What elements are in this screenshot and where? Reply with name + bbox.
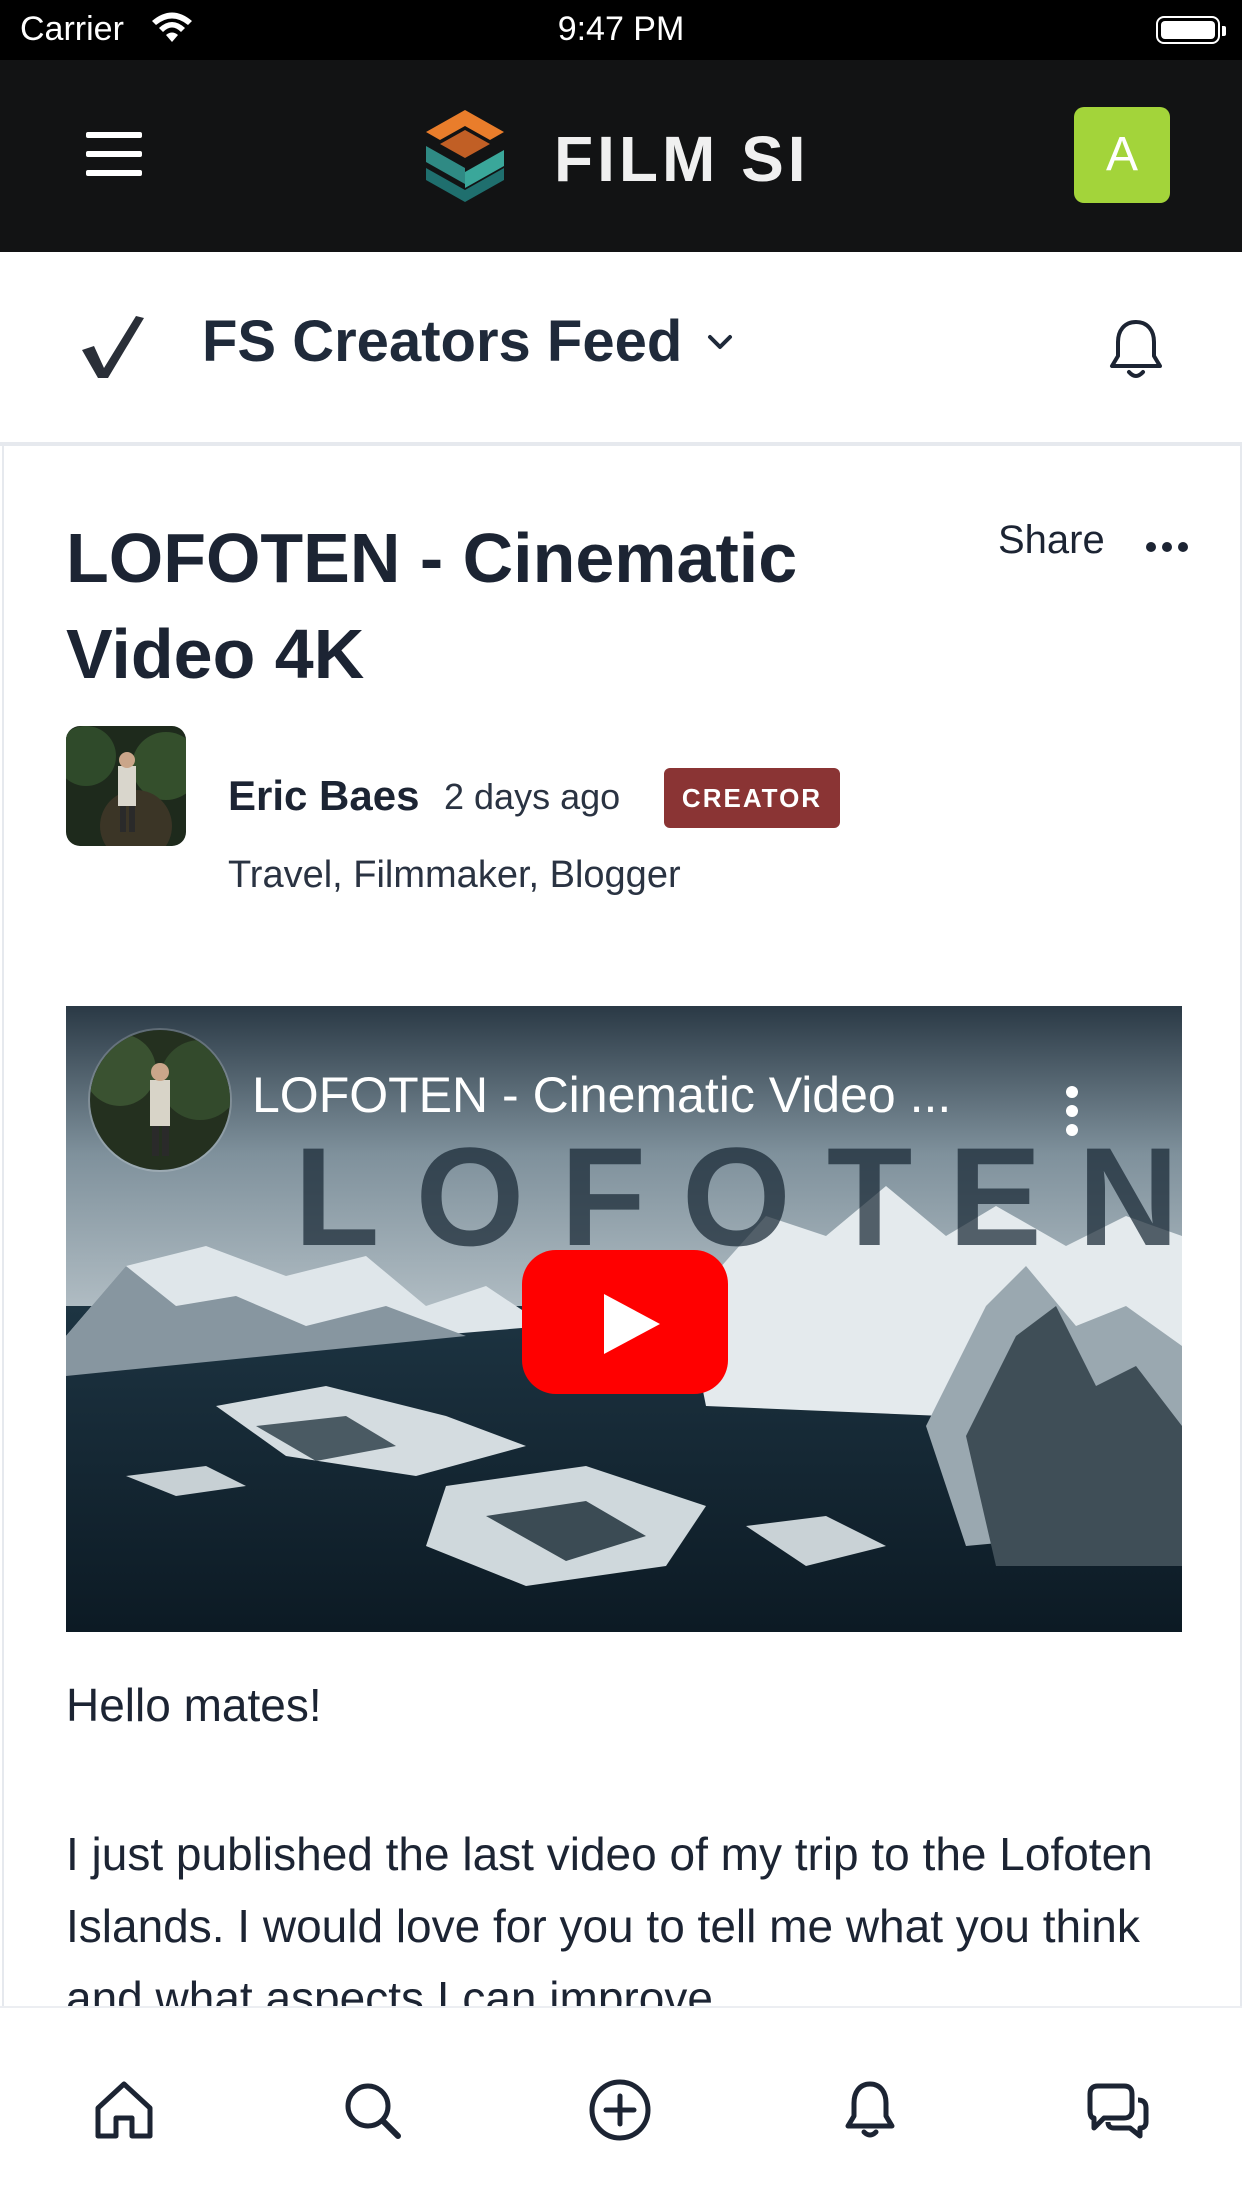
clock: 9:47 PM: [557, 10, 685, 48]
play-icon: [604, 1294, 660, 1354]
search-icon[interactable]: [336, 2074, 408, 2146]
post-card: LOFOTEN - Cinematic Video 4K Share Eric …: [2, 446, 1242, 2024]
messages-icon[interactable]: [1082, 2074, 1154, 2146]
channel-avatar[interactable]: [88, 1028, 232, 1172]
post-body: I just published the last video of my tr…: [66, 1828, 1153, 2024]
post-greeting: Hello mates!: [66, 1679, 322, 1731]
bottom-tab-bar: [0, 2006, 1242, 2210]
creator-badge: CREATOR: [664, 768, 840, 828]
hamburger-menu-icon[interactable]: [86, 132, 142, 176]
play-button[interactable]: [522, 1250, 728, 1394]
video-overlay-title: LOFOTEN: [294, 1118, 1182, 1275]
logo-text: FILM SI: [554, 123, 810, 195]
notifications-icon[interactable]: [834, 2074, 906, 2146]
app-logo[interactable]: FILM SI: [420, 106, 820, 206]
author-avatar[interactable]: [66, 726, 186, 846]
channel-photo: [90, 1030, 230, 1170]
post-timestamp: 2 days ago: [444, 776, 621, 817]
checkmark-icon: [82, 316, 144, 378]
author-tags: Travel, Filmmaker, Blogger: [228, 854, 681, 896]
user-avatar-button[interactable]: A: [1074, 107, 1170, 203]
chevron-down-icon[interactable]: [704, 326, 736, 358]
home-icon[interactable]: [88, 2074, 160, 2146]
video-title[interactable]: LOFOTEN - Cinematic Video ...: [252, 1066, 951, 1124]
top-app-bar: FILM SI A: [0, 60, 1242, 252]
feed-header: FS Creators Feed: [0, 252, 1242, 446]
add-icon[interactable]: [584, 2074, 656, 2146]
battery-icon: [1156, 16, 1226, 44]
author-name[interactable]: Eric Baes: [228, 772, 419, 820]
bell-icon[interactable]: [1104, 316, 1168, 382]
share-button[interactable]: Share: [998, 518, 1105, 563]
video-embed[interactable]: LOFOTEN LOFOTEN - Cinematic Video ...: [66, 1006, 1182, 1632]
logo-mark-icon: [426, 110, 504, 202]
author-photo: [66, 726, 186, 846]
video-more-icon[interactable]: [1066, 1086, 1078, 1136]
more-options-icon[interactable]: [1146, 542, 1190, 554]
post-title[interactable]: LOFOTEN - Cinematic Video 4K: [66, 510, 866, 702]
status-bar: Carrier 9:47 PM: [0, 0, 1242, 60]
feed-title[interactable]: FS Creators Feed: [202, 308, 682, 375]
